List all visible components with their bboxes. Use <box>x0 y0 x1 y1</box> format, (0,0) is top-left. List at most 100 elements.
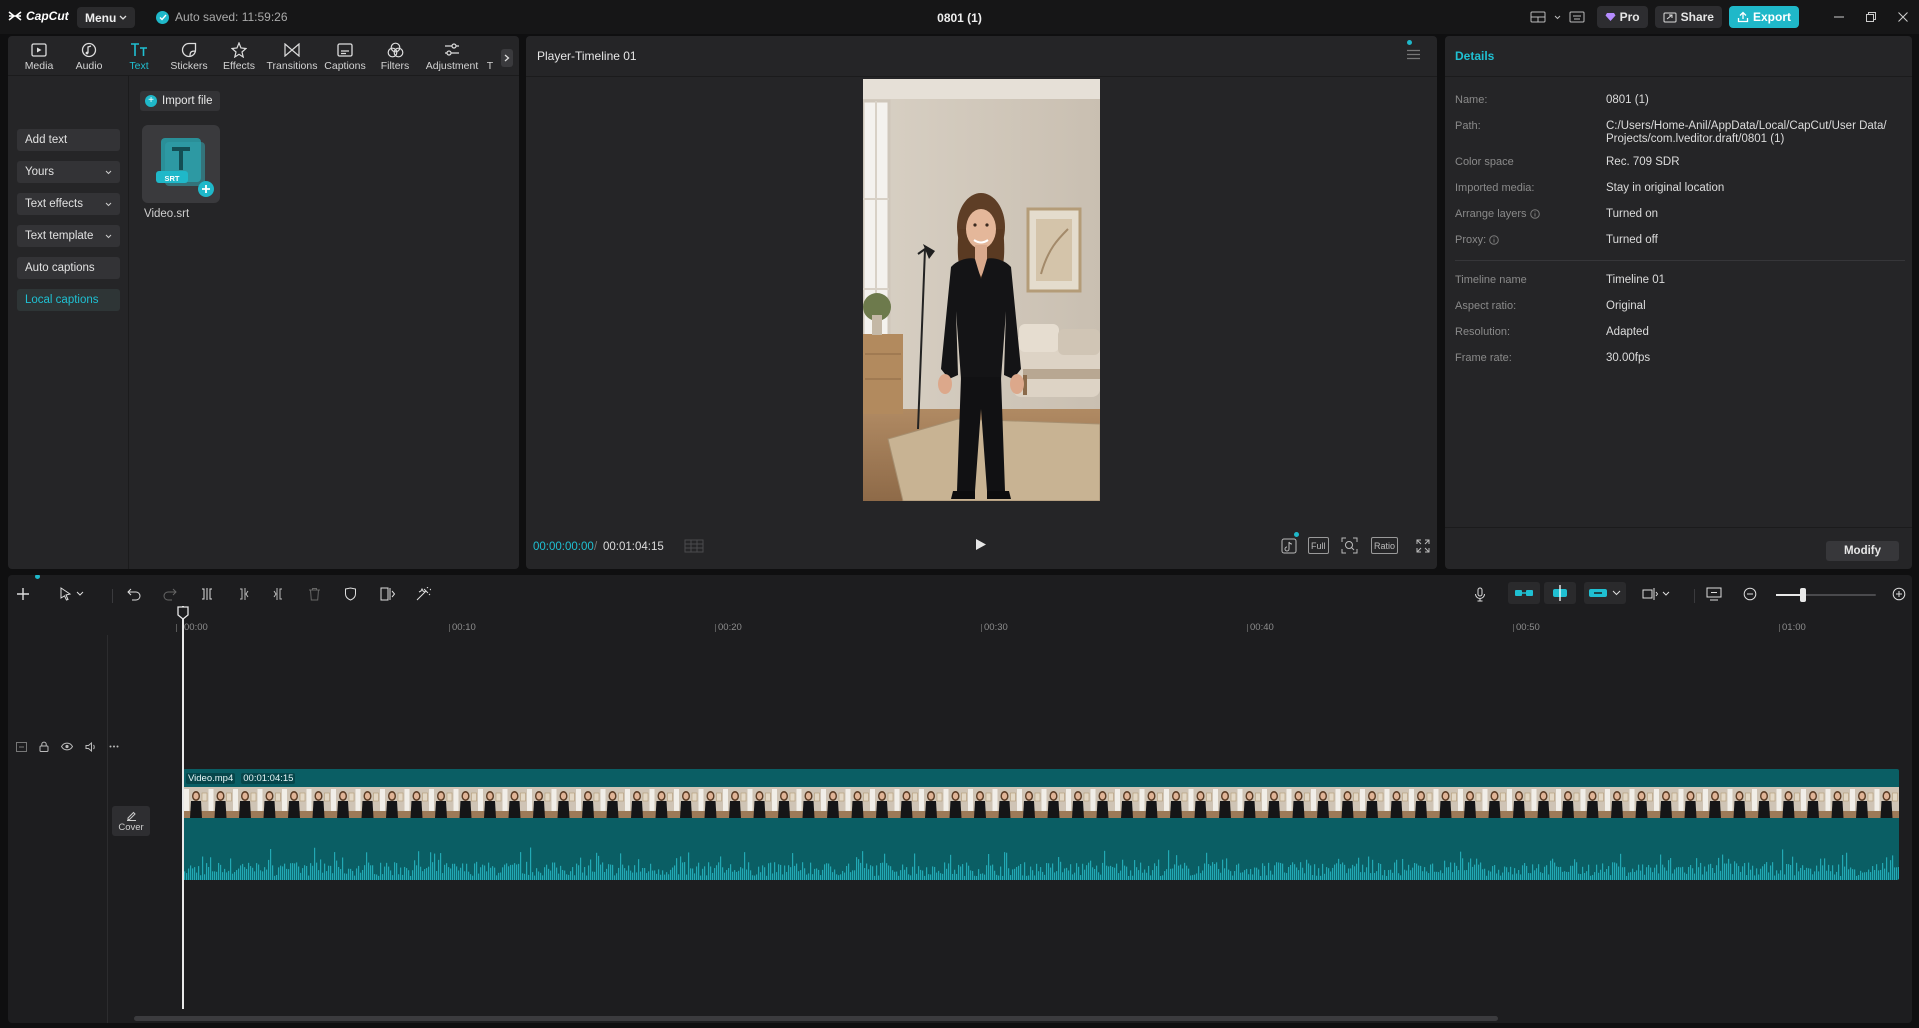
minimize-button[interactable] <box>1823 6 1855 28</box>
marker-button[interactable] <box>344 587 357 601</box>
split-button[interactable] <box>200 587 214 601</box>
track-type-icon[interactable] <box>16 741 27 752</box>
tab-audio[interactable]: Audio <box>64 36 114 75</box>
restore-button[interactable] <box>1855 6 1887 28</box>
nav-text-template[interactable]: Text template <box>17 225 120 247</box>
video-clip[interactable]: Video.mp4 00:01:04:15 <box>183 769 1899 880</box>
zoom-out-button[interactable] <box>1743 587 1757 601</box>
tab-effects[interactable]: Effects <box>214 36 264 75</box>
import-file-button[interactable]: + Import file <box>140 91 220 111</box>
freeze-frame-button[interactable] <box>380 587 396 601</box>
waveform-bar <box>1382 875 1384 880</box>
video-preview[interactable] <box>863 79 1100 501</box>
close-button[interactable] <box>1887 6 1919 28</box>
waveform-bar <box>1506 867 1508 880</box>
delete-button[interactable] <box>308 587 321 601</box>
auto-snap-button[interactable] <box>1544 582 1576 604</box>
player-panel: Player-Timeline 01 00:00:00:00 / 00:01:0… <box>526 36 1437 569</box>
zoom-in-button[interactable] <box>1892 587 1906 601</box>
shortcut-button[interactable] <box>1564 6 1590 28</box>
waveform-bar <box>1320 875 1322 880</box>
player-menu-button[interactable] <box>1407 49 1420 60</box>
info-icon[interactable] <box>1489 235 1499 245</box>
audio-sync-button[interactable] <box>1281 537 1297 554</box>
more-icon[interactable] <box>109 745 119 748</box>
filmstrip-frame <box>1114 787 1139 818</box>
info-icon[interactable] <box>1529 209 1540 219</box>
split-left-button[interactable] <box>236 587 250 601</box>
stickers-icon <box>181 42 197 57</box>
srt-file-card[interactable]: SRT <box>142 125 220 203</box>
pro-button[interactable]: Pro <box>1596 6 1648 28</box>
chevron-down-icon <box>105 170 112 174</box>
waveform-bar <box>1750 869 1752 880</box>
linkage-button[interactable] <box>1584 582 1626 604</box>
waveform-bar <box>1806 867 1808 880</box>
full-quality-button[interactable]: Full <box>1308 537 1329 554</box>
export-button[interactable]: Export <box>1728 6 1799 28</box>
waveform-bar <box>1660 854 1662 880</box>
split-right-button[interactable] <box>272 587 286 601</box>
eye-icon[interactable] <box>61 742 73 751</box>
nav-yours[interactable]: Yours <box>17 161 120 183</box>
add-track-button[interactable] <box>16 587 30 601</box>
playhead-handle[interactable] <box>177 606 189 620</box>
menu-button[interactable]: Menu <box>77 7 136 28</box>
tab-text[interactable]: Text <box>114 36 164 75</box>
waveform-bar <box>1024 862 1026 880</box>
zoom-slider-handle[interactable] <box>1800 588 1806 602</box>
waveform-bar <box>192 868 194 880</box>
waveform-bar <box>1608 866 1610 880</box>
tab-templates[interactable]: T <box>484 36 496 75</box>
tab-captions[interactable]: Captions <box>320 36 370 75</box>
waveform-bar <box>286 868 288 880</box>
layout-dropdown[interactable] <box>1552 6 1564 28</box>
nav-add-text[interactable]: Add text <box>17 129 120 151</box>
preview-axis-button[interactable] <box>1642 587 1672 601</box>
play-button[interactable] <box>975 538 987 551</box>
tab-filters[interactable]: Filters <box>370 36 420 75</box>
layout-button[interactable] <box>1524 6 1552 28</box>
timeline-scrollbar[interactable] <box>134 1016 1498 1021</box>
redo-button[interactable] <box>163 587 177 601</box>
tab-stickers[interactable]: Stickers <box>164 36 214 75</box>
waveform-bar <box>1766 862 1768 880</box>
app-logo-text: CapCut <box>26 9 69 23</box>
detail-value: Turned off <box>1606 234 1658 246</box>
share-button[interactable]: Share <box>1654 6 1722 28</box>
ratio-button[interactable]: Ratio <box>1371 537 1399 554</box>
tab-transitions[interactable]: Transitions <box>264 36 320 75</box>
volume-icon[interactable] <box>85 741 97 752</box>
zoom-slider[interactable] <box>1776 588 1876 602</box>
waveform-bar <box>1196 873 1198 880</box>
waveform-bar <box>1582 866 1584 880</box>
undo-button[interactable] <box>127 587 141 601</box>
fit-zoom-button[interactable] <box>1341 537 1358 554</box>
modify-button[interactable]: Modify <box>1826 541 1899 561</box>
tab-media[interactable]: Media <box>14 36 64 75</box>
waveform-bar <box>312 865 314 880</box>
waveform-bar <box>292 863 294 880</box>
timeline-grid-button[interactable] <box>684 539 704 553</box>
fullscreen-button[interactable] <box>1416 539 1430 553</box>
playhead[interactable] <box>182 606 184 1009</box>
cover-button[interactable]: Cover <box>112 806 150 836</box>
nav-auto-captions[interactable]: Auto captions <box>17 257 120 279</box>
nav-local-captions[interactable]: Local captions <box>17 289 120 311</box>
nav-text-effects[interactable]: Text effects <box>17 193 120 215</box>
tab-adjustment[interactable]: Adjustment <box>420 36 484 75</box>
timeline-fit-button[interactable] <box>1706 587 1722 601</box>
tabs-scroll-right-button[interactable] <box>501 49 513 67</box>
waveform-bar <box>1132 875 1134 880</box>
auto-reframe-button[interactable] <box>416 587 431 601</box>
waveform-bar <box>540 872 542 880</box>
detail-value: 30.00fps <box>1606 352 1651 364</box>
record-audio-button[interactable] <box>1474 587 1486 602</box>
waveform-bar <box>734 870 736 880</box>
time-ruler[interactable]: 00:00 00:10 00:20 00:30 00:40 00:50 01:0… <box>8 615 1912 635</box>
main-track-magnet-button[interactable] <box>1508 582 1540 604</box>
select-tool-button[interactable] <box>60 587 86 601</box>
waveform-bar <box>666 872 668 880</box>
waveform-bar <box>1222 859 1224 880</box>
lock-icon[interactable] <box>39 741 49 752</box>
